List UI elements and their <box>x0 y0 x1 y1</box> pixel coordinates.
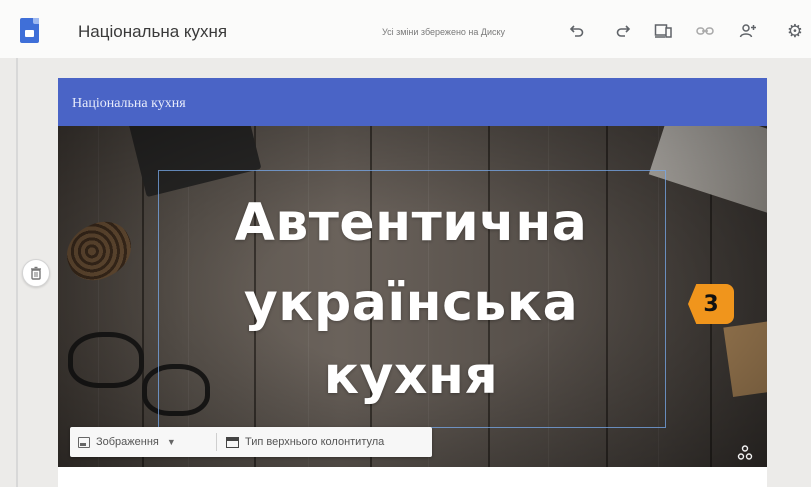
dropdown-caret-icon: ▼ <box>166 437 176 447</box>
top-bar: Національна кухня Усі зміни збережено на… <box>0 0 811 59</box>
devices-preview-icon[interactable] <box>652 20 674 42</box>
toolbar-divider <box>216 433 217 451</box>
delete-section-button[interactable] <box>22 259 50 287</box>
sites-logo-icon <box>20 18 39 43</box>
trash-icon <box>31 266 41 280</box>
hero-title-line-3[interactable]: кухня <box>158 348 664 404</box>
image-icon <box>78 436 90 448</box>
hero-title-line-2[interactable]: українська <box>158 275 664 331</box>
redo-icon[interactable] <box>612 20 634 42</box>
hero-title-line-1[interactable]: Автентична <box>158 195 664 251</box>
header-site-title[interactable]: Національна кухня <box>72 96 186 112</box>
header-type-button[interactable]: Тип верхнього колонтитула <box>226 433 384 451</box>
step-number-badge: 3 <box>688 284 734 324</box>
image-button-label: Зображення <box>96 436 159 448</box>
header-type-label: Тип верхнього колонтитула <box>245 436 385 448</box>
undo-icon[interactable] <box>566 20 588 42</box>
header-layout-icon <box>226 436 239 448</box>
change-image-button[interactable]: Зображення ▼ <box>78 433 176 451</box>
link-icon[interactable] <box>694 20 716 42</box>
settings-gear-icon[interactable]: ⚙ <box>784 20 806 42</box>
add-people-icon[interactable] <box>737 20 759 42</box>
save-status: Усі зміни збережено на Диску <box>382 27 506 37</box>
header-image-toolbar: Зображення ▼ Тип верхнього колонтитула <box>70 427 432 457</box>
site-title[interactable]: Національна кухня <box>78 22 227 42</box>
page-body <box>58 467 767 487</box>
image-adjust-icon[interactable] <box>737 445 753 464</box>
left-rail <box>16 58 18 487</box>
